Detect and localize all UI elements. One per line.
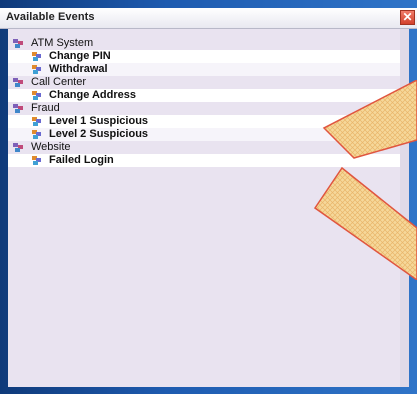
group-icon [12,77,26,88]
event-label: Change Address [49,89,137,101]
group-icon [12,103,26,114]
event-icon [30,51,44,62]
event-label: Change PIN [49,50,111,62]
event-label: Level 1 Suspicious [49,115,149,127]
panel-titlebar: Available Events ✕ [0,8,417,29]
event-icon [30,129,44,140]
group-label: Call Center [31,76,87,88]
callout-arrow-upper [322,80,417,159]
group-label: Website [31,141,71,153]
close-button[interactable]: ✕ [400,10,415,25]
event-icon [30,90,44,101]
group-label: Fraud [31,102,60,114]
event-icon [30,155,44,166]
tree-group-atm-system[interactable]: ATM System [8,37,401,50]
callout-arrows [313,80,417,280]
event-icon [30,64,44,75]
group-icon [12,142,26,153]
close-icon: ✕ [402,10,413,24]
event-icon [30,116,44,127]
panel-title: Available Events [6,11,95,23]
group-label: ATM System [31,37,94,49]
event-label: Level 2 Suspicious [49,128,149,140]
tree-event-change-pin[interactable]: Change PIN [8,50,401,63]
tree-event-withdrawal[interactable]: Withdrawal [8,63,401,76]
group-icon [12,38,26,49]
callout-arrow-lower [313,166,417,280]
available-events-panel: Available Events ✕ ATM System Change PIN [0,0,417,394]
event-label: Withdrawal [49,63,108,75]
event-label: Failed Login [49,154,114,166]
